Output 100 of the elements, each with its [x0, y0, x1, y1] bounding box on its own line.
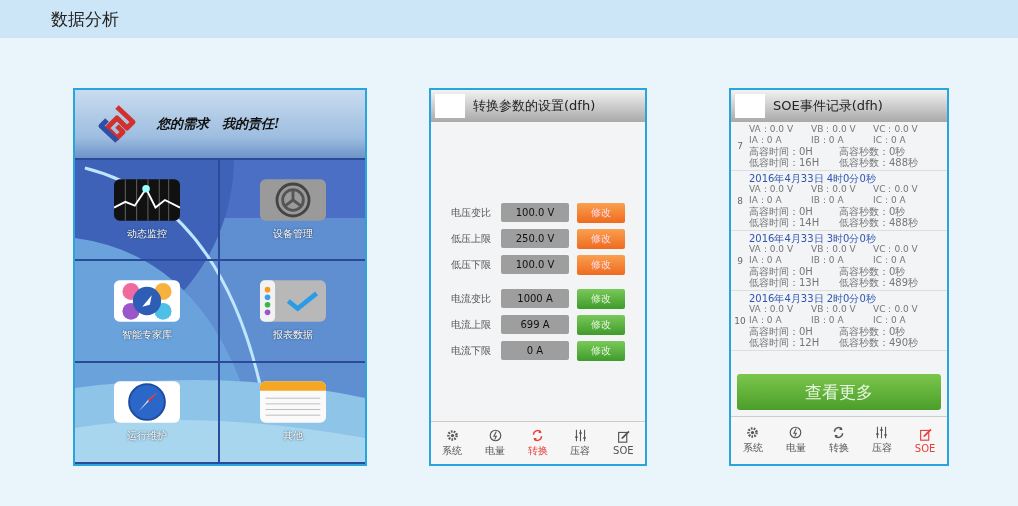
nav-tab[interactable]: 系统	[442, 428, 463, 458]
reading: VA：0.0 V	[749, 184, 795, 195]
gear-icon	[746, 426, 760, 439]
nav-tab[interactable]: 转换	[527, 428, 548, 458]
logo-icon	[97, 104, 137, 144]
reading: 低容秒数：490秒	[839, 337, 920, 348]
field-label: 电流上限	[451, 317, 492, 332]
value-field: 100.0 V	[501, 255, 569, 274]
record-date: 2016年4月33日 3时0分0秒	[749, 233, 877, 244]
record-number: 9	[736, 255, 744, 266]
nav-tab[interactable]: 压容	[570, 428, 591, 458]
nav-tab[interactable]: 系统	[742, 426, 763, 455]
reading: 低容秒数：488秒	[839, 157, 920, 168]
edit-button[interactable]: 修改	[577, 340, 625, 361]
reading: VC：0.0 V	[873, 304, 919, 315]
reading: 高容时间：0H	[749, 266, 814, 277]
nav-tab[interactable]: SOE	[914, 427, 936, 454]
reading: IB：0 A	[811, 255, 845, 266]
value-field: 1000 A	[501, 289, 569, 308]
reading: IB：0 A	[811, 135, 845, 146]
reading: 高容时间：0H	[749, 146, 814, 157]
nav-tab[interactable]: 压容	[871, 426, 892, 455]
reading: VC：0.0 V	[873, 244, 919, 255]
reading: VC：0.0 V	[873, 124, 919, 135]
reading: 低容秒数：488秒	[839, 217, 920, 228]
reading: VB：0.0 V	[811, 244, 857, 255]
nav-tab[interactable]: 电量	[785, 426, 806, 455]
menu-tile[interactable]: 报表数据	[220, 261, 365, 363]
record-number: 8	[736, 195, 744, 206]
nav-tab[interactable]: 转换	[828, 426, 849, 455]
edit-button[interactable]: 修改	[577, 288, 625, 309]
reading: 高容时间：0H	[749, 206, 814, 217]
field-label: 低压下限	[451, 257, 492, 272]
reading: IA：0 A	[749, 195, 783, 206]
value-field: 100.0 V	[501, 203, 569, 222]
reading: 低容时间：12H	[749, 337, 821, 348]
checklist-icon	[259, 280, 326, 322]
edit-button[interactable]: 修改	[577, 254, 625, 275]
compass-icon	[113, 381, 180, 424]
reading: VB：0.0 V	[811, 124, 857, 135]
reading: VA：0.0 V	[749, 244, 795, 255]
value-field: 699 A	[501, 315, 569, 334]
reading: 高容秒数：0秒	[839, 206, 907, 217]
record-date: 2016年4月33日 2时0分0秒	[749, 293, 877, 304]
reading: 低容时间：13H	[749, 277, 821, 288]
reading: 低容秒数：489秒	[839, 277, 920, 288]
back-button[interactable]	[735, 94, 765, 118]
sliders-icon	[573, 428, 587, 442]
nav-tab[interactable]: 电量	[485, 428, 506, 458]
nav-tab[interactable]: SOE	[613, 430, 634, 456]
reading: IB：0 A	[811, 195, 845, 206]
reading: 低容时间：16H	[749, 157, 821, 168]
reading: 高容秒数：0秒	[839, 146, 907, 157]
reading: VA：0.0 V	[749, 304, 795, 315]
record-number: 7	[736, 141, 744, 151]
screen-title: SOE事件记录(dfh)	[773, 97, 883, 115]
menu-tile[interactable]: 设备管理	[220, 160, 365, 262]
reading: 低容时间：14H	[749, 217, 821, 228]
page-title: 数据分析	[51, 7, 119, 31]
reading: VB：0.0 V	[811, 184, 857, 195]
value-field: 0 A	[501, 341, 569, 360]
record-number: 10	[733, 315, 747, 326]
menu-tile[interactable]: 动态监控	[75, 160, 220, 262]
slogan: 您的需求 我的责任!	[157, 115, 280, 133]
bolt-icon	[488, 428, 502, 442]
bolt-icon	[789, 426, 803, 439]
edit-button[interactable]: 修改	[577, 202, 625, 223]
view-more-button[interactable]: 查看更多	[737, 374, 941, 410]
field-label: 电压变比	[451, 205, 492, 220]
reading: VC：0.0 V	[873, 184, 919, 195]
notepad-icon	[259, 381, 326, 424]
reading: IC：0 A	[873, 195, 907, 206]
edit-button[interactable]: 修改	[577, 228, 625, 249]
reading: VB：0.0 V	[811, 304, 857, 315]
reading: IA：0 A	[749, 315, 783, 326]
menu-tile[interactable]: 智能专家库	[75, 261, 220, 363]
field-label: 电流下限	[451, 343, 492, 358]
chart-icon	[113, 178, 180, 221]
screen-title: 转换参数的设置(dfh)	[473, 97, 596, 115]
reading: 高容时间：0H	[749, 326, 814, 337]
note-icon	[616, 430, 630, 443]
reading: IC：0 A	[873, 315, 907, 326]
back-button[interactable]	[435, 94, 465, 118]
refresh-icon	[531, 428, 545, 442]
sliders-icon	[875, 426, 889, 439]
field-label: 电流变比	[451, 291, 492, 306]
reading: 高容秒数：0秒	[839, 326, 907, 337]
reading: IA：0 A	[749, 255, 783, 266]
field-label: 低压上限	[451, 231, 492, 246]
dial-icon	[259, 178, 326, 221]
record-date: 2016年4月33日 4时0分0秒	[749, 173, 877, 184]
refresh-icon	[832, 426, 846, 439]
note-icon	[918, 427, 932, 441]
edit-button[interactable]: 修改	[577, 314, 625, 335]
reading: IC：0 A	[873, 135, 907, 146]
gear-icon	[445, 428, 459, 442]
reading: IA：0 A	[749, 135, 783, 146]
value-field: 250.0 V	[501, 229, 569, 248]
reading: 高容秒数：0秒	[839, 266, 907, 277]
reading: IC：0 A	[873, 255, 907, 266]
